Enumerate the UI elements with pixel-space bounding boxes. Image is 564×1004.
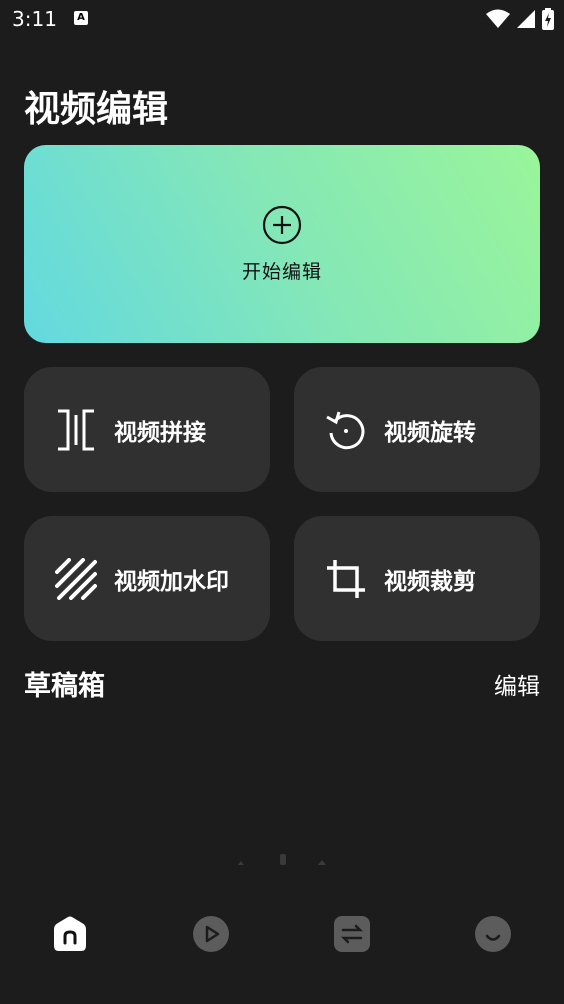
- drafts-title: 草稿箱: [24, 671, 105, 702]
- play-icon: [193, 916, 229, 952]
- nav-home[interactable]: [51, 915, 89, 953]
- crop-icon: [324, 557, 368, 601]
- tool-crop-button[interactable]: 视频裁剪: [294, 516, 540, 641]
- tool-merge-button[interactable]: 视频拼接: [24, 367, 270, 492]
- merge-icon: [54, 408, 98, 452]
- swap-icon: [334, 916, 370, 952]
- nav-play[interactable]: [192, 915, 230, 953]
- start-edit-button[interactable]: 开始编辑: [24, 145, 540, 343]
- status-bar: 3:11 A: [0, 0, 564, 38]
- status-time: 3:11: [12, 7, 57, 31]
- watermark-icon: [54, 557, 98, 601]
- tool-rotate-button[interactable]: 视频旋转: [294, 367, 540, 492]
- bottom-nav: [0, 893, 564, 977]
- start-edit-label: 开始编辑: [241, 260, 322, 283]
- nav-swap[interactable]: [333, 915, 371, 953]
- cell-signal-icon: [517, 10, 535, 28]
- tool-merge-label: 视频拼接: [114, 419, 206, 446]
- status-icons: [486, 8, 554, 30]
- tool-rotate-label: 视频旋转: [384, 419, 476, 446]
- battery-icon: [542, 8, 554, 30]
- tool-crop-label: 视频裁剪: [384, 568, 476, 595]
- add-circle-icon: [262, 205, 302, 244]
- empty-state-hint: [238, 854, 326, 865]
- smile-icon: [475, 916, 511, 952]
- tool-watermark-button[interactable]: 视频加水印: [24, 516, 270, 641]
- rotate-icon: [324, 408, 368, 452]
- tool-watermark-label: 视频加水印: [114, 568, 229, 595]
- nav-profile[interactable]: [474, 915, 512, 953]
- home-icon: [54, 916, 86, 951]
- wifi-icon: [486, 9, 510, 28]
- drafts-edit-button[interactable]: 编辑: [494, 667, 540, 701]
- page-title: 视频编辑: [24, 89, 169, 130]
- notification-icon: A: [74, 11, 88, 25]
